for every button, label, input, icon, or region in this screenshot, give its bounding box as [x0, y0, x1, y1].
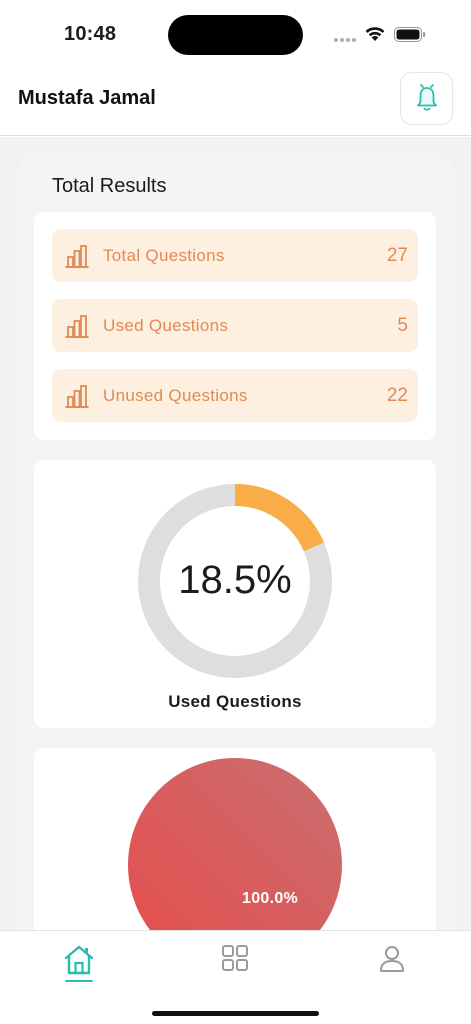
app-header: Mustafa Jamal [0, 66, 471, 136]
wifi-icon [365, 27, 385, 41]
home-indicator [152, 1011, 319, 1016]
stat-row-used: Used Questions 5 [52, 299, 418, 352]
stat-label: Unused Questions [103, 385, 248, 405]
stat-value: 27 [386, 244, 408, 266]
user-name: Mustafa Jamal [18, 87, 156, 109]
pie-slice [128, 758, 342, 930]
pie-percent: 100.0% [242, 890, 299, 907]
status-bar: 10:48 [0, 0, 471, 66]
pie-chart [128, 758, 342, 930]
stat-label: Used Questions [103, 315, 229, 335]
tab-profile[interactable] [372, 943, 412, 987]
active-tab-indicator [65, 980, 93, 982]
signal-icon [334, 38, 356, 42]
stat-label: Total Questions [103, 245, 225, 265]
stat-row-total: Total Questions 27 [52, 229, 418, 282]
donut-percent: 18.5% [178, 558, 292, 602]
section-title: Total Results [52, 175, 167, 197]
donut-chart-card: 18.5% Used Questions [34, 460, 436, 728]
donut-caption: Used Questions [168, 692, 302, 711]
tab-grid[interactable] [215, 943, 255, 987]
results-panel: Total Results Total Questions 27 Used Qu… [18, 154, 454, 930]
bell-icon [416, 83, 437, 111]
tab-bar [0, 930, 471, 1024]
notification-button[interactable] [400, 72, 453, 125]
dynamic-island [168, 15, 303, 55]
donut-arc [234, 484, 325, 552]
home-icon [64, 945, 94, 975]
status-time: 10:48 [64, 23, 117, 45]
grid-icon [222, 945, 248, 971]
tab-home[interactable] [59, 943, 99, 987]
user-icon [380, 946, 404, 972]
stat-value: 22 [386, 384, 408, 406]
dashboard-content[interactable]: Total Results Total Questions 27 Used Qu… [0, 137, 471, 930]
battery-icon [394, 27, 426, 42]
stat-value: 5 [397, 314, 408, 336]
bar-chart-icon [65, 244, 89, 268]
pie-chart-card: 100.0% [34, 748, 436, 930]
bar-chart-icon [65, 384, 89, 408]
bar-chart-icon [65, 314, 89, 338]
stat-row-unused: Unused Questions 22 [52, 369, 418, 422]
stats-card: Total Questions 27 Used Questions 5 Unus… [34, 212, 436, 440]
